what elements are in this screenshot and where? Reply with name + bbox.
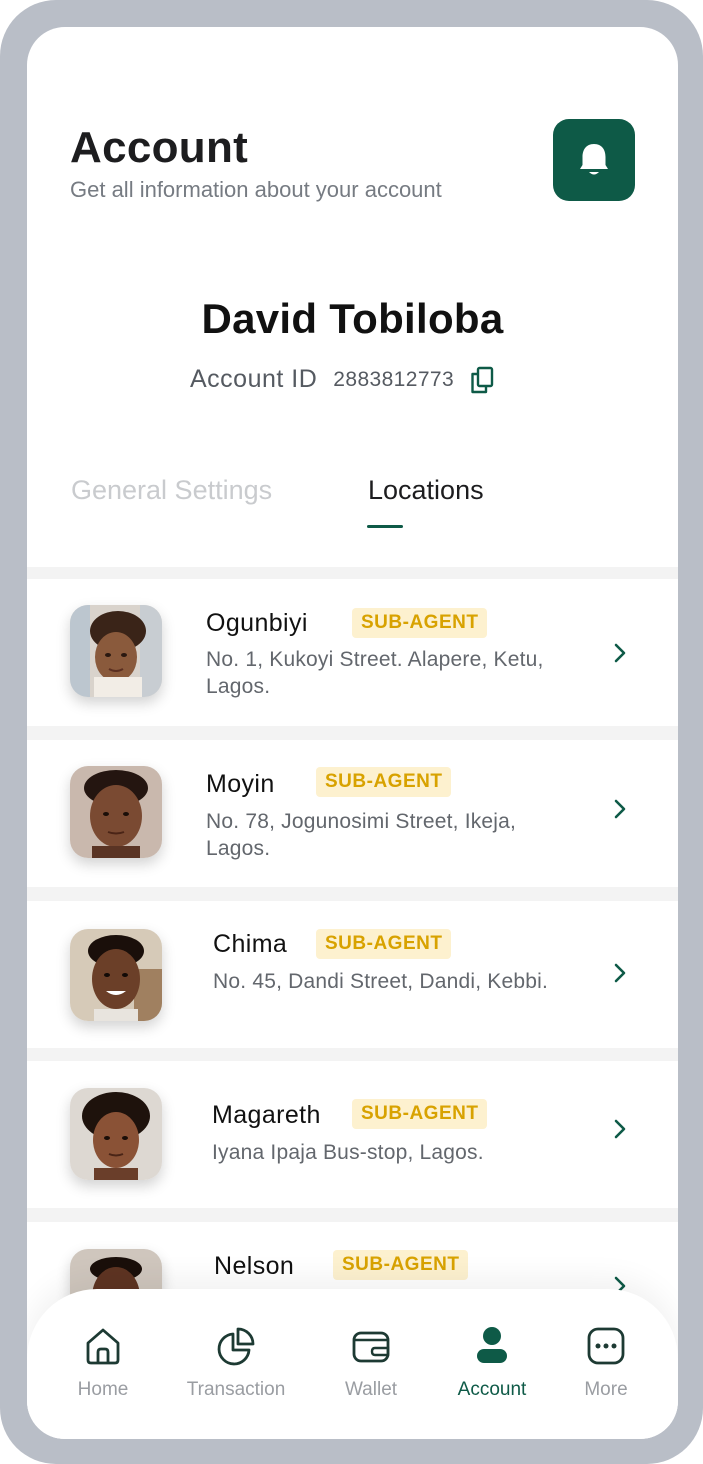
status-badge: SUB-AGENT xyxy=(352,1099,488,1129)
page-title: Account xyxy=(70,123,249,172)
chevron-right-icon xyxy=(611,797,629,821)
nav-wallet-label: Wallet xyxy=(344,1379,398,1400)
tab-general-settings[interactable]: General Settings xyxy=(71,475,272,506)
pie-chart-icon xyxy=(171,1325,301,1367)
agent-address: Iyana Ipaja Bus-stop, Lagos. xyxy=(212,1141,484,1164)
status-badge: SUB-AGENT xyxy=(333,1250,469,1280)
user-name: David Tobiloba xyxy=(201,295,504,342)
device-frame: Account Get all information about your a… xyxy=(0,0,703,1464)
active-tab-indicator xyxy=(367,525,403,528)
nav-transaction[interactable]: Transaction xyxy=(171,1325,301,1401)
page-subtitle: Get all information about your account xyxy=(70,177,442,202)
nav-wallet[interactable]: Wallet xyxy=(306,1325,436,1401)
chevron-right-icon xyxy=(611,641,629,665)
bottom-navigation: Home Transaction Wallet Account More xyxy=(27,1289,678,1439)
app-screen: Account Get all information about your a… xyxy=(27,27,678,1439)
nav-transaction-label: Transaction xyxy=(186,1379,286,1400)
avatar xyxy=(70,605,162,697)
account-id-label: Account ID xyxy=(190,365,318,393)
bell-icon xyxy=(580,144,608,175)
nav-more-label: More xyxy=(584,1379,628,1400)
tab-locations[interactable]: Locations xyxy=(368,475,484,506)
agent-name: Nelson xyxy=(214,1252,295,1280)
agent-name: Chima xyxy=(213,930,288,958)
more-icon xyxy=(541,1325,671,1367)
nav-home[interactable]: Home xyxy=(38,1325,168,1401)
list-item[interactable]: Ogunbiyi SUB-AGENT No. 1, Kukoyi Street.… xyxy=(27,579,678,726)
copy-icon[interactable] xyxy=(470,366,494,394)
avatar xyxy=(70,1088,162,1180)
agent-address: No. 45, Dandi Street, Dandi, Kebbi. xyxy=(213,970,549,993)
avatar xyxy=(70,929,162,1021)
list-item[interactable]: Moyin SUB-AGENT No. 78, Jogunosimi Stree… xyxy=(27,740,678,887)
agent-name: Moyin xyxy=(206,770,275,798)
nav-account[interactable]: Account xyxy=(427,1325,557,1401)
nav-more[interactable]: More xyxy=(541,1325,671,1401)
wallet-icon xyxy=(306,1325,436,1367)
avatar xyxy=(70,766,162,858)
agent-address: No. 1, Kukoyi Street. Alapere, Ketu, Lag… xyxy=(206,648,544,698)
notification-button[interactable] xyxy=(553,119,635,201)
nav-account-label: Account xyxy=(457,1379,527,1400)
home-icon xyxy=(38,1325,168,1367)
nav-home-label: Home xyxy=(77,1379,129,1400)
agent-name: Ogunbiyi xyxy=(206,609,308,637)
status-badge: SUB-AGENT xyxy=(352,608,488,638)
agent-name: Magareth xyxy=(212,1101,321,1129)
chevron-right-icon xyxy=(611,1117,629,1141)
account-id-row: Account ID 2883812773 xyxy=(190,365,494,394)
status-badge: SUB-AGENT xyxy=(316,767,452,797)
agent-address: No. 78, Jogunosimi Street, Ikeja, Lagos. xyxy=(206,810,517,860)
list-item[interactable]: Magareth SUB-AGENT Iyana Ipaja Bus-stop,… xyxy=(27,1061,678,1208)
status-badge: SUB-AGENT xyxy=(316,929,452,959)
chevron-right-icon xyxy=(611,961,629,985)
user-icon xyxy=(427,1325,557,1367)
list-item[interactable]: Chima SUB-AGENT No. 45, Dandi Street, Da… xyxy=(27,901,678,1048)
account-id-value: 2883812773 xyxy=(333,367,455,391)
